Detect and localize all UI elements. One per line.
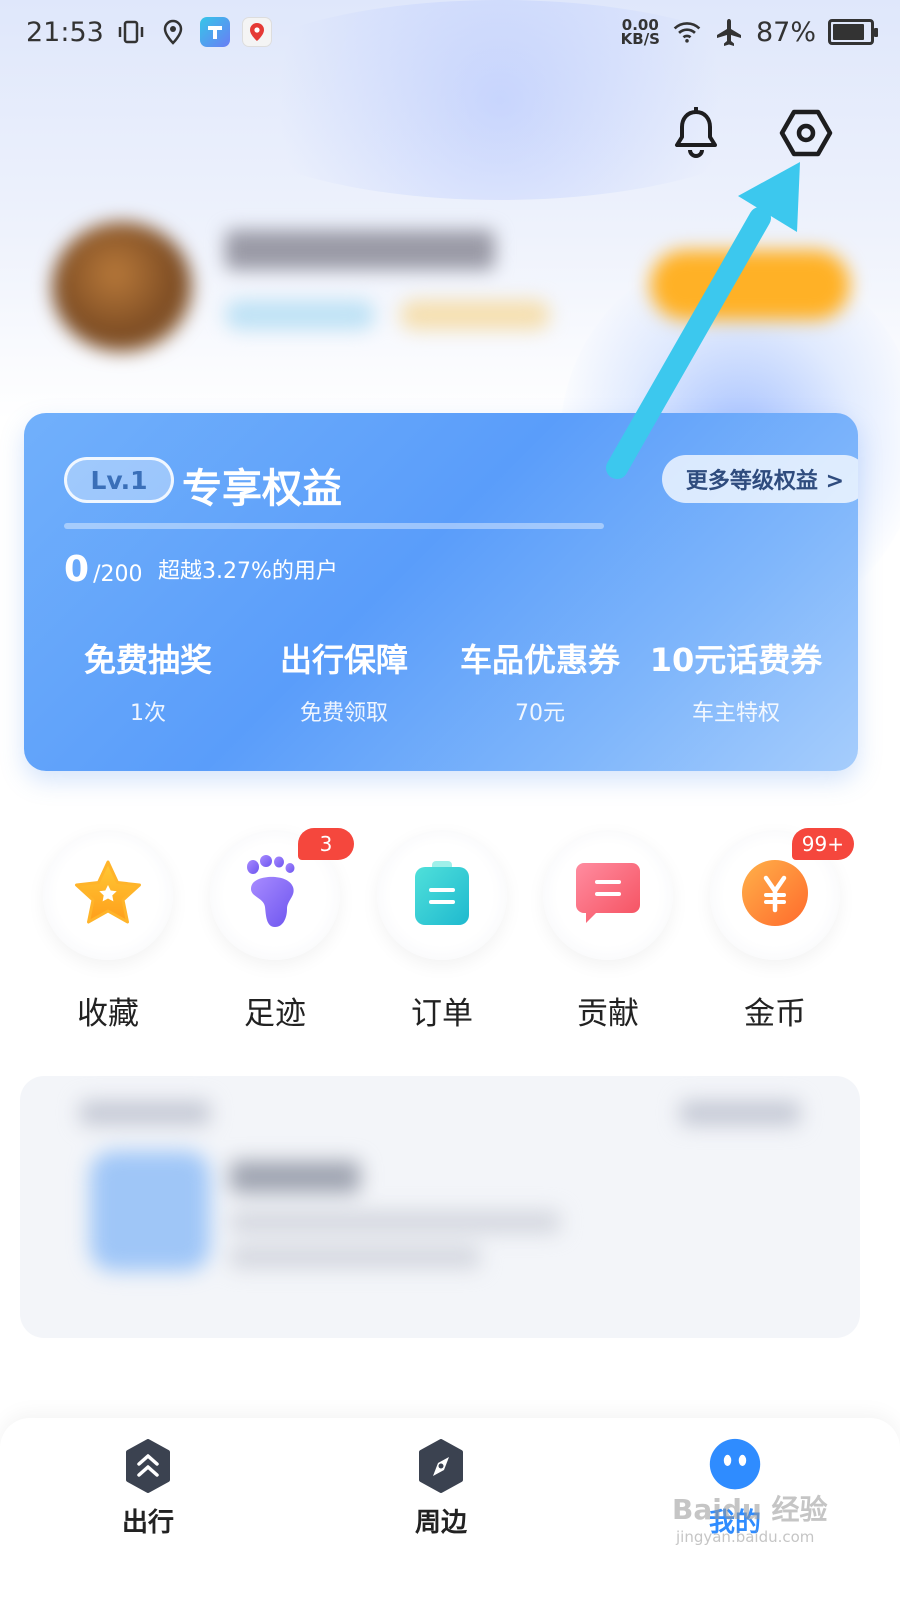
level-rights-card[interactable]: Lv.1 专享权益 更多等级权益 > 0 /200 超越3.27%的用户 免费抽… bbox=[24, 413, 858, 771]
footprint-icon bbox=[245, 855, 305, 935]
benefit-phone-credit[interactable]: 10元话费券 车主特权 bbox=[636, 635, 836, 727]
benefit-subtitle: 70元 bbox=[515, 701, 565, 726]
location-icon bbox=[158, 17, 188, 47]
benefit-subtitle: 1次 bbox=[130, 701, 166, 726]
app-t-icon bbox=[199, 17, 230, 47]
baidu-map-app-icon bbox=[241, 17, 272, 47]
points-current: 0 bbox=[64, 549, 90, 590]
quick-action-favorites[interactable]: 收藏 bbox=[41, 830, 175, 1040]
quick-action-label: 足迹 bbox=[244, 996, 306, 1032]
notification-badge: 99+ bbox=[791, 828, 854, 860]
battery-percent: 87% bbox=[755, 16, 816, 48]
content-card-blurred[interactable] bbox=[20, 1076, 860, 1338]
benefit-travel-protection[interactable]: 出行保障 免费领取 bbox=[244, 635, 444, 727]
benefit-subtitle: 免费领取 bbox=[299, 701, 388, 726]
star-icon bbox=[72, 859, 144, 931]
nav-tab-nearby[interactable]: 周边 bbox=[371, 1438, 511, 1539]
compass-icon bbox=[413, 1438, 469, 1494]
nav-tab-travel[interactable]: 出行 bbox=[78, 1438, 218, 1539]
quick-action-label: 贡献 bbox=[577, 996, 639, 1032]
level-badge-text: Lv.1 bbox=[90, 465, 148, 495]
airplane-mode-icon bbox=[714, 17, 744, 47]
quick-action-circle bbox=[377, 830, 507, 960]
benefit-title: 免费抽奖 bbox=[83, 641, 212, 679]
status-time: 21:53 bbox=[26, 16, 104, 48]
points-display: 0 /200 bbox=[64, 549, 142, 590]
order-icon bbox=[412, 859, 472, 931]
wifi-icon bbox=[672, 17, 702, 47]
quick-action-label: 收藏 bbox=[77, 996, 139, 1032]
travel-icon bbox=[120, 1438, 176, 1494]
contribution-icon bbox=[574, 861, 642, 929]
benefit-title: 出行保障 bbox=[279, 641, 408, 679]
battery-icon bbox=[828, 19, 878, 45]
quick-action-coins[interactable]: 金币 99+ bbox=[708, 828, 854, 1040]
quick-action-orders[interactable]: 订单 bbox=[375, 830, 509, 1040]
benefit-title: 10元话费券 bbox=[649, 641, 823, 679]
quick-action-footprints[interactable]: 足迹 3 bbox=[208, 828, 354, 1040]
quick-action-label: 订单 bbox=[411, 996, 473, 1032]
status-bar: 21:53 0.00 KB/S 87% bbox=[0, 0, 900, 64]
coin-icon bbox=[740, 858, 810, 932]
blurred-content bbox=[20, 1076, 860, 1338]
quick-action-label: 金币 bbox=[744, 996, 806, 1032]
quick-action-circle bbox=[43, 830, 173, 960]
username-blurred bbox=[225, 230, 495, 270]
level-card-title: 专享权益 bbox=[182, 466, 342, 512]
level-badge: Lv.1 bbox=[64, 457, 174, 503]
watermark-logo: Baidu 经验 bbox=[672, 1493, 828, 1526]
profile-action-button[interactable] bbox=[650, 250, 850, 320]
benefit-title: 车品优惠券 bbox=[459, 641, 620, 679]
settings-hexagon-icon bbox=[779, 108, 833, 162]
profile-header[interactable] bbox=[0, 200, 900, 390]
notification-button[interactable] bbox=[666, 105, 726, 165]
quick-action-circle bbox=[543, 830, 673, 960]
more-level-rights-button[interactable]: 更多等级权益 > bbox=[661, 455, 858, 503]
benefit-car-coupon[interactable]: 车品优惠券 70元 bbox=[440, 635, 640, 727]
nav-label: 周边 bbox=[414, 1508, 467, 1538]
points-progress-bar bbox=[64, 523, 604, 529]
quick-action-contributions[interactable]: 贡献 bbox=[541, 830, 675, 1040]
points-total: /200 bbox=[93, 562, 143, 587]
benefit-subtitle: 车主特权 bbox=[691, 701, 780, 726]
mine-icon bbox=[707, 1438, 763, 1494]
net-speed: 0.00 KB/S bbox=[620, 18, 660, 48]
rank-text: 超越3.27%的用户 bbox=[158, 559, 338, 584]
bell-icon bbox=[672, 106, 720, 163]
watermark-url: jingyan.baidu.com bbox=[676, 1528, 815, 1546]
net-speed-unit: KB/S bbox=[620, 30, 660, 48]
settings-button[interactable] bbox=[776, 105, 836, 165]
profile-badge-blurred bbox=[400, 300, 550, 330]
notification-badge: 3 bbox=[298, 828, 354, 860]
profile-badge-blurred bbox=[225, 300, 375, 330]
benefit-lottery[interactable]: 免费抽奖 1次 bbox=[48, 635, 248, 727]
vibrate-icon bbox=[116, 17, 146, 47]
nav-label: 出行 bbox=[121, 1508, 174, 1538]
avatar[interactable] bbox=[52, 222, 192, 352]
